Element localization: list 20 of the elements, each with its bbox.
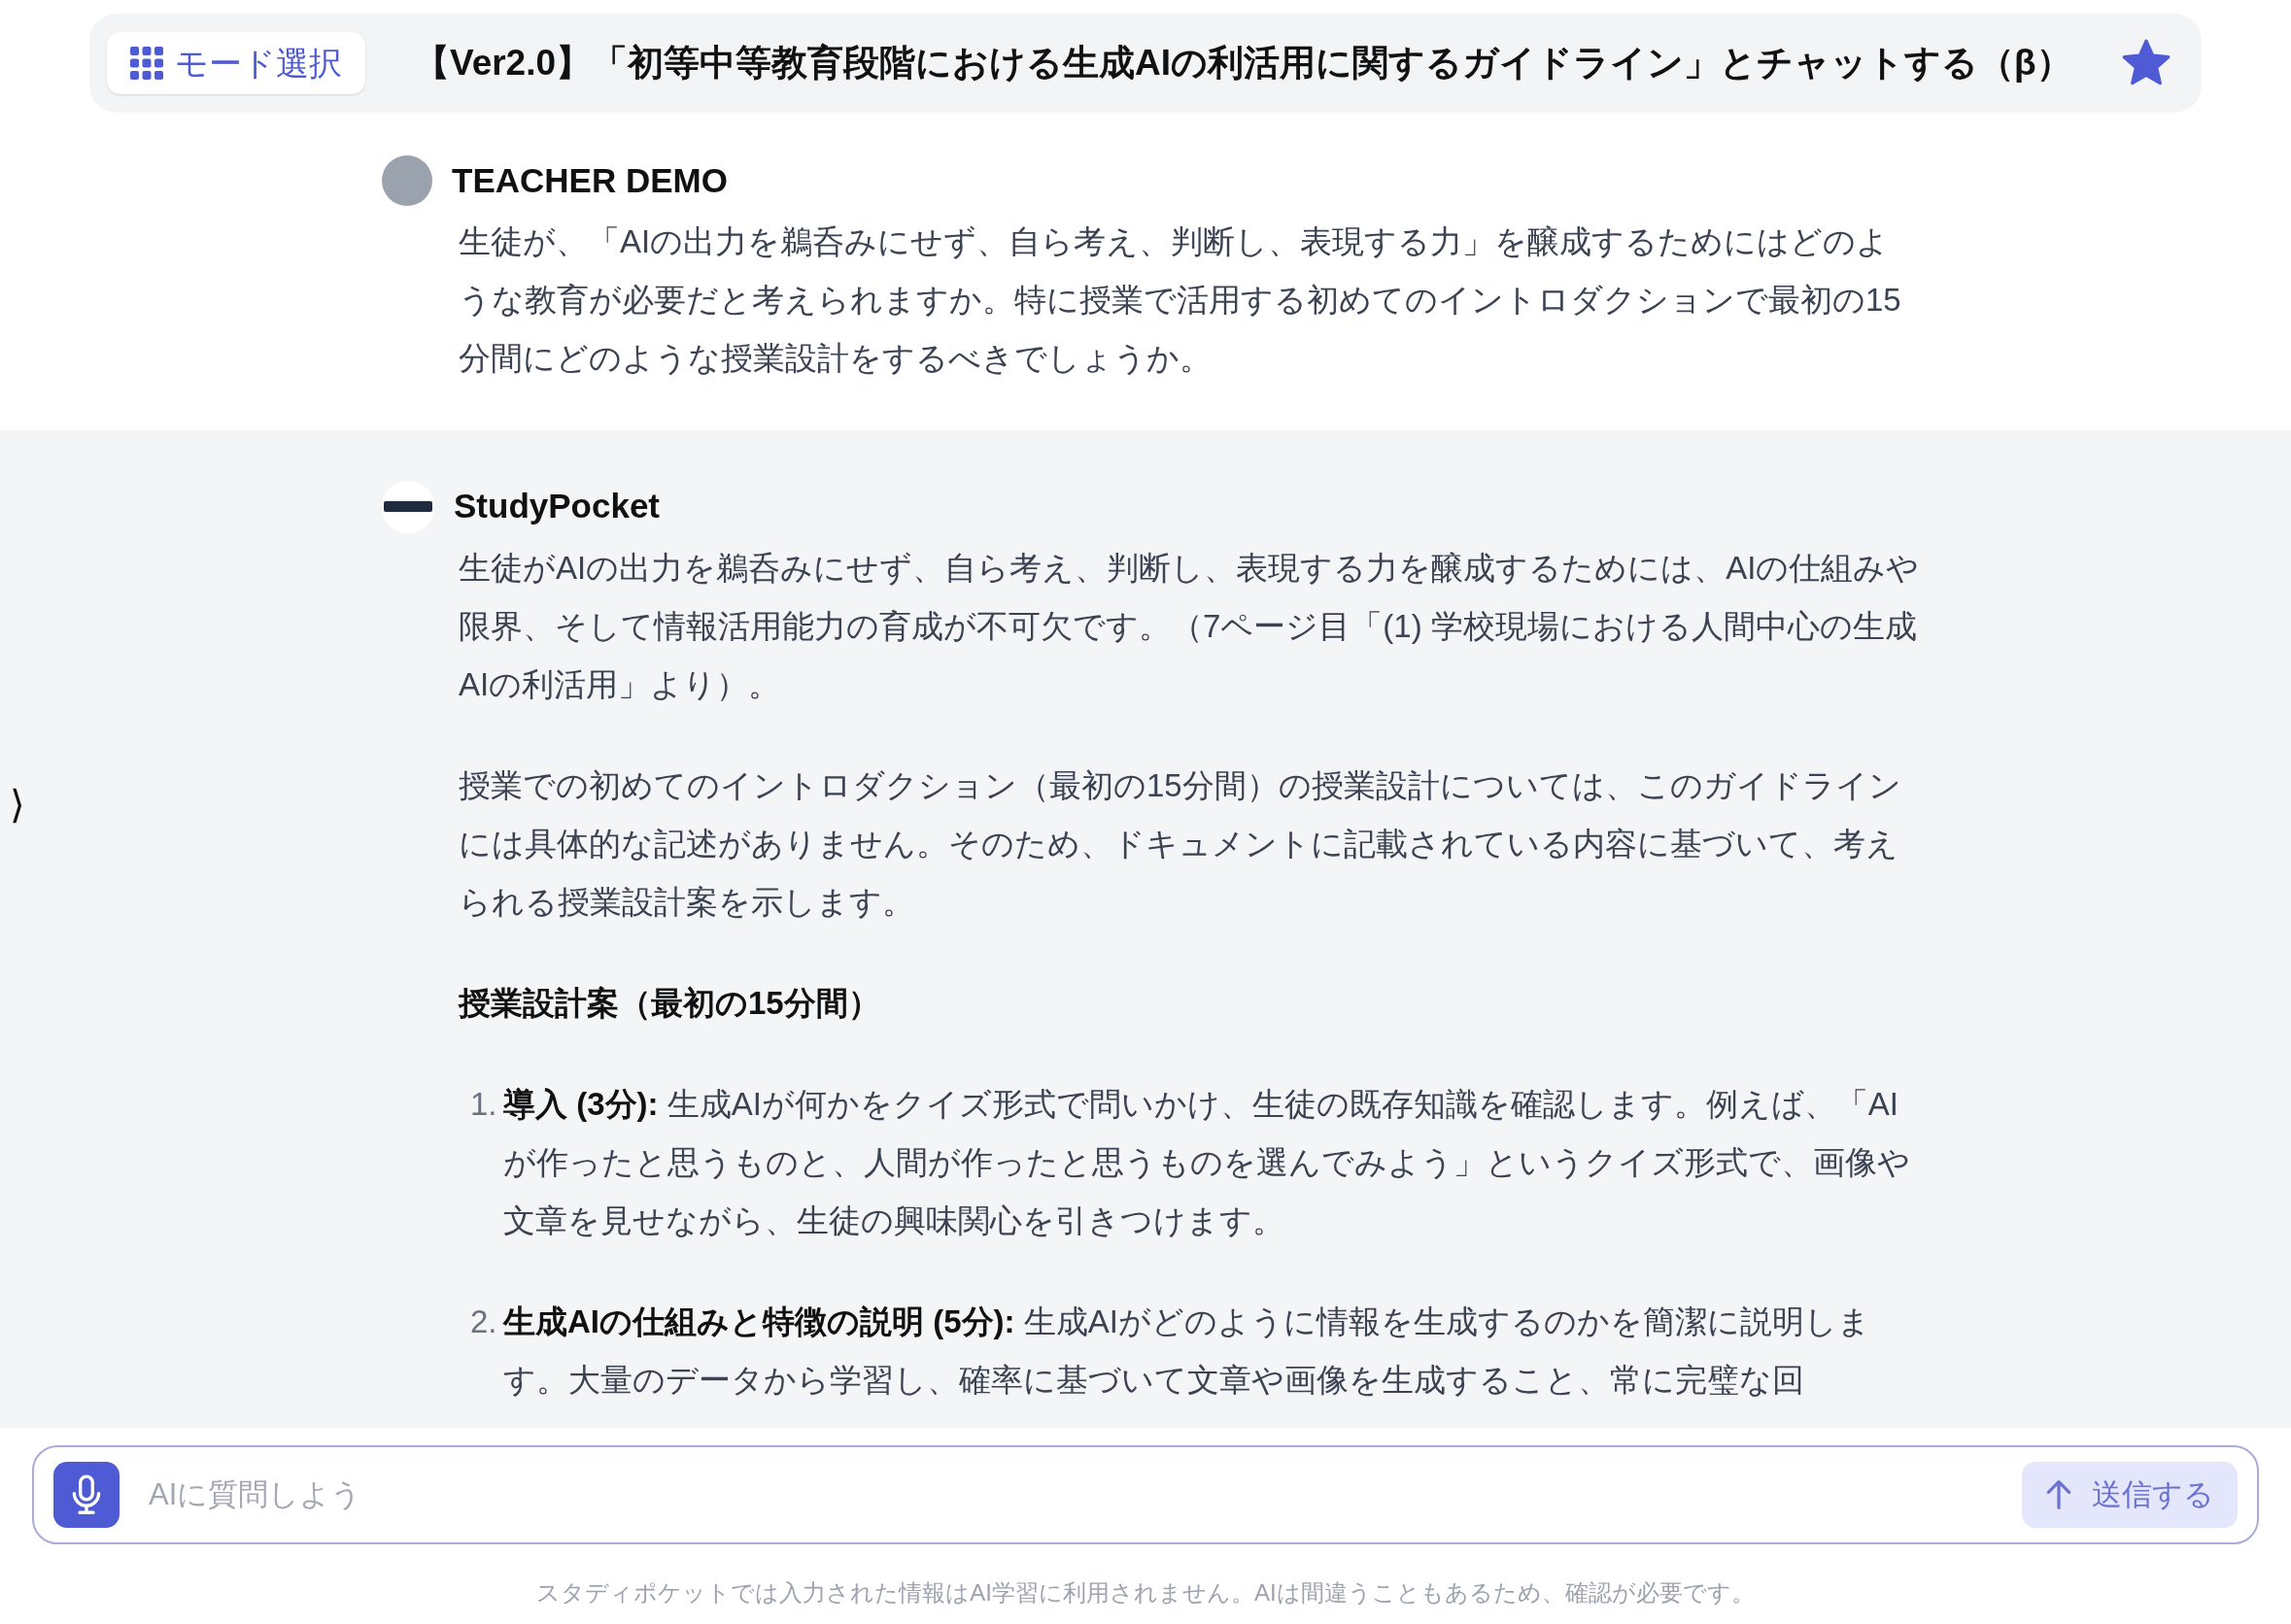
message-paragraph: 授業での初めてのイントロダクション（最初の15分間）の授業設計については、このガイドラインには具体的な記述がありません。そのため、ドキュメントに記載されている内容に基づいて、考えられる授業設計案を示します。 (459, 765, 1902, 922)
chat-title: 【Ver2.0】「初等中等教育段階における生成AIの利活用に関するガイドライン」とチャットする（β） (414, 42, 2072, 85)
list-item-text: 生成AIの仕組みと特徴の説明 (5分): 生成AIがどのように情報を生成するのかを簡潔に説明します。大量のデータから学習し、確率に基づいて文章や画像を生成すること、常に完璧な回 (503, 1302, 1871, 1400)
list-item-text: 導入 (3分): 生成AIが何かをクイズ形式で問いかけ、生徒の既存知識を確認します。例えば、「AIが作ったと思うものと、人間が作ったと思うものを選んでみよう」というクイズ形式で、画像や文章を見せながら、生徒の興味関心を引きつけます。 (503, 1084, 1911, 1240)
list-number: 1. (469, 1084, 498, 1124)
star-icon[interactable] (2120, 39, 2171, 87)
message-paragraph: 生徒がAIの出力を鵜呑みにせず、自ら考え、判断し、表現する力を醸成するためには、AIの仕組みや限界、そして情報活用能力の育成が不可欠です。（7ページ目「(1) 学校現場における人間中心の生成AIの利活用」より）。 (459, 548, 1921, 704)
author-name: TEACHER DEMO (452, 160, 728, 201)
list-number: 2. (469, 1302, 498, 1341)
question-input-field[interactable]: AIに質問しよう 送信する (32, 1445, 2259, 1544)
microphone-icon (70, 1474, 103, 1515)
message-paragraph: 生徒が、「AIの出力を鵜呑みにせず、自ら考え、判断し、表現する力」を醸成するためにはどのような教育が必要だと考えられますか。特に授業で活用する初めてのイントロダクションで最初の15分間にどのような授業設計をするべきでしょうか。 (459, 221, 1902, 378)
author-name: StudyPocket (454, 486, 660, 527)
privacy-note: スタディポケットでは入力された情報はAI学習に利用されません。AIは間違うこともあるため、確認が必要です。 (535, 1578, 1756, 1607)
microphone-button[interactable] (53, 1462, 120, 1528)
section-heading: 授業設計案（最初の15分間） (459, 983, 881, 1023)
up-arrow-icon (2045, 1479, 2072, 1510)
grid-icon (130, 47, 163, 80)
mode-select-button[interactable]: モード選択 (107, 32, 365, 94)
sidebar-toggle[interactable]: ⟩ (10, 785, 25, 824)
